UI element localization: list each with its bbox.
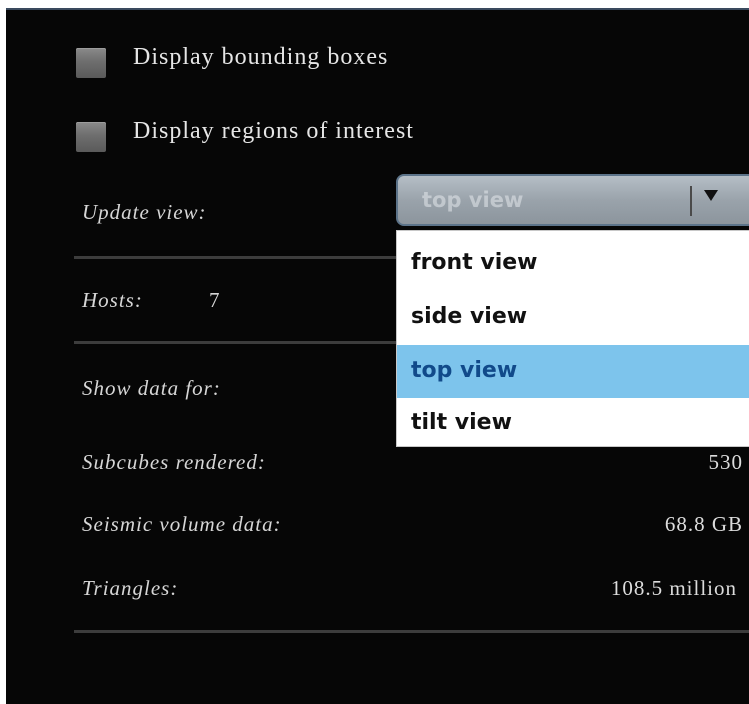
view-options-dropdown: front view side view top view tilt view xyxy=(396,230,749,447)
option-front-view[interactable]: front view xyxy=(397,237,749,290)
chevron-down-icon[interactable] xyxy=(704,190,718,201)
seismic-volume-label: Seismic volume data: xyxy=(82,512,282,536)
subcubes-rendered-label: Subcubes rendered: xyxy=(82,450,266,474)
bounding-boxes-checkbox[interactable] xyxy=(76,48,106,78)
triangles-value: 108.5 million xyxy=(610,576,737,600)
update-view-select[interactable]: top view xyxy=(396,174,749,226)
triangles-label: Triangles: xyxy=(82,576,179,600)
hosts-value: 7 xyxy=(209,288,221,312)
select-separator xyxy=(690,186,692,216)
divider xyxy=(74,341,404,344)
divider xyxy=(74,256,404,259)
option-side-view[interactable]: side view xyxy=(397,291,749,344)
update-view-label: Update view: xyxy=(82,200,207,224)
bounding-boxes-label[interactable]: Display bounding boxes xyxy=(133,44,388,71)
show-data-for-label: Show data for: xyxy=(82,376,221,400)
select-value: top view xyxy=(422,188,524,212)
option-top-view[interactable]: top view xyxy=(397,345,749,398)
hosts-label: Hosts: xyxy=(82,288,143,312)
divider xyxy=(74,630,749,633)
subcubes-rendered-value: 530 xyxy=(708,450,743,474)
option-tilt-view[interactable]: tilt view xyxy=(397,397,749,450)
seismic-volume-value: 68.8 GB xyxy=(664,512,743,536)
regions-of-interest-checkbox[interactable] xyxy=(76,122,106,152)
regions-of-interest-label[interactable]: Display regions of interest xyxy=(133,118,414,145)
